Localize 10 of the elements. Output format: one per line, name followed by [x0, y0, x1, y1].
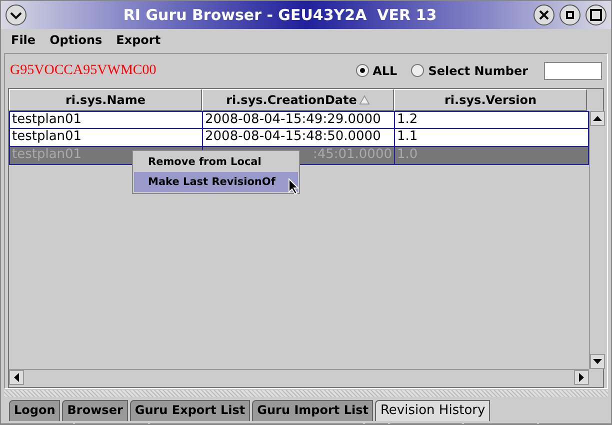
table-cell: 2008-08-04-15:48:50.0000: [205, 128, 381, 144]
radio-label: ALL: [372, 64, 398, 78]
window-title: RI Guru Browser - GEU43Y2A VER 13: [122, 6, 438, 24]
table-cell: 2008-08-04-15:49:29.0000: [205, 112, 381, 127]
record-id: G95VOCCA95VWMC00: [10, 62, 158, 79]
table-cell: testplan01: [12, 112, 82, 127]
table-cell: testplan01: [12, 128, 82, 144]
table-cell: 1.2: [397, 112, 418, 127]
table-cell: 1.1: [397, 128, 418, 144]
radio-label: Select Number: [428, 64, 528, 78]
